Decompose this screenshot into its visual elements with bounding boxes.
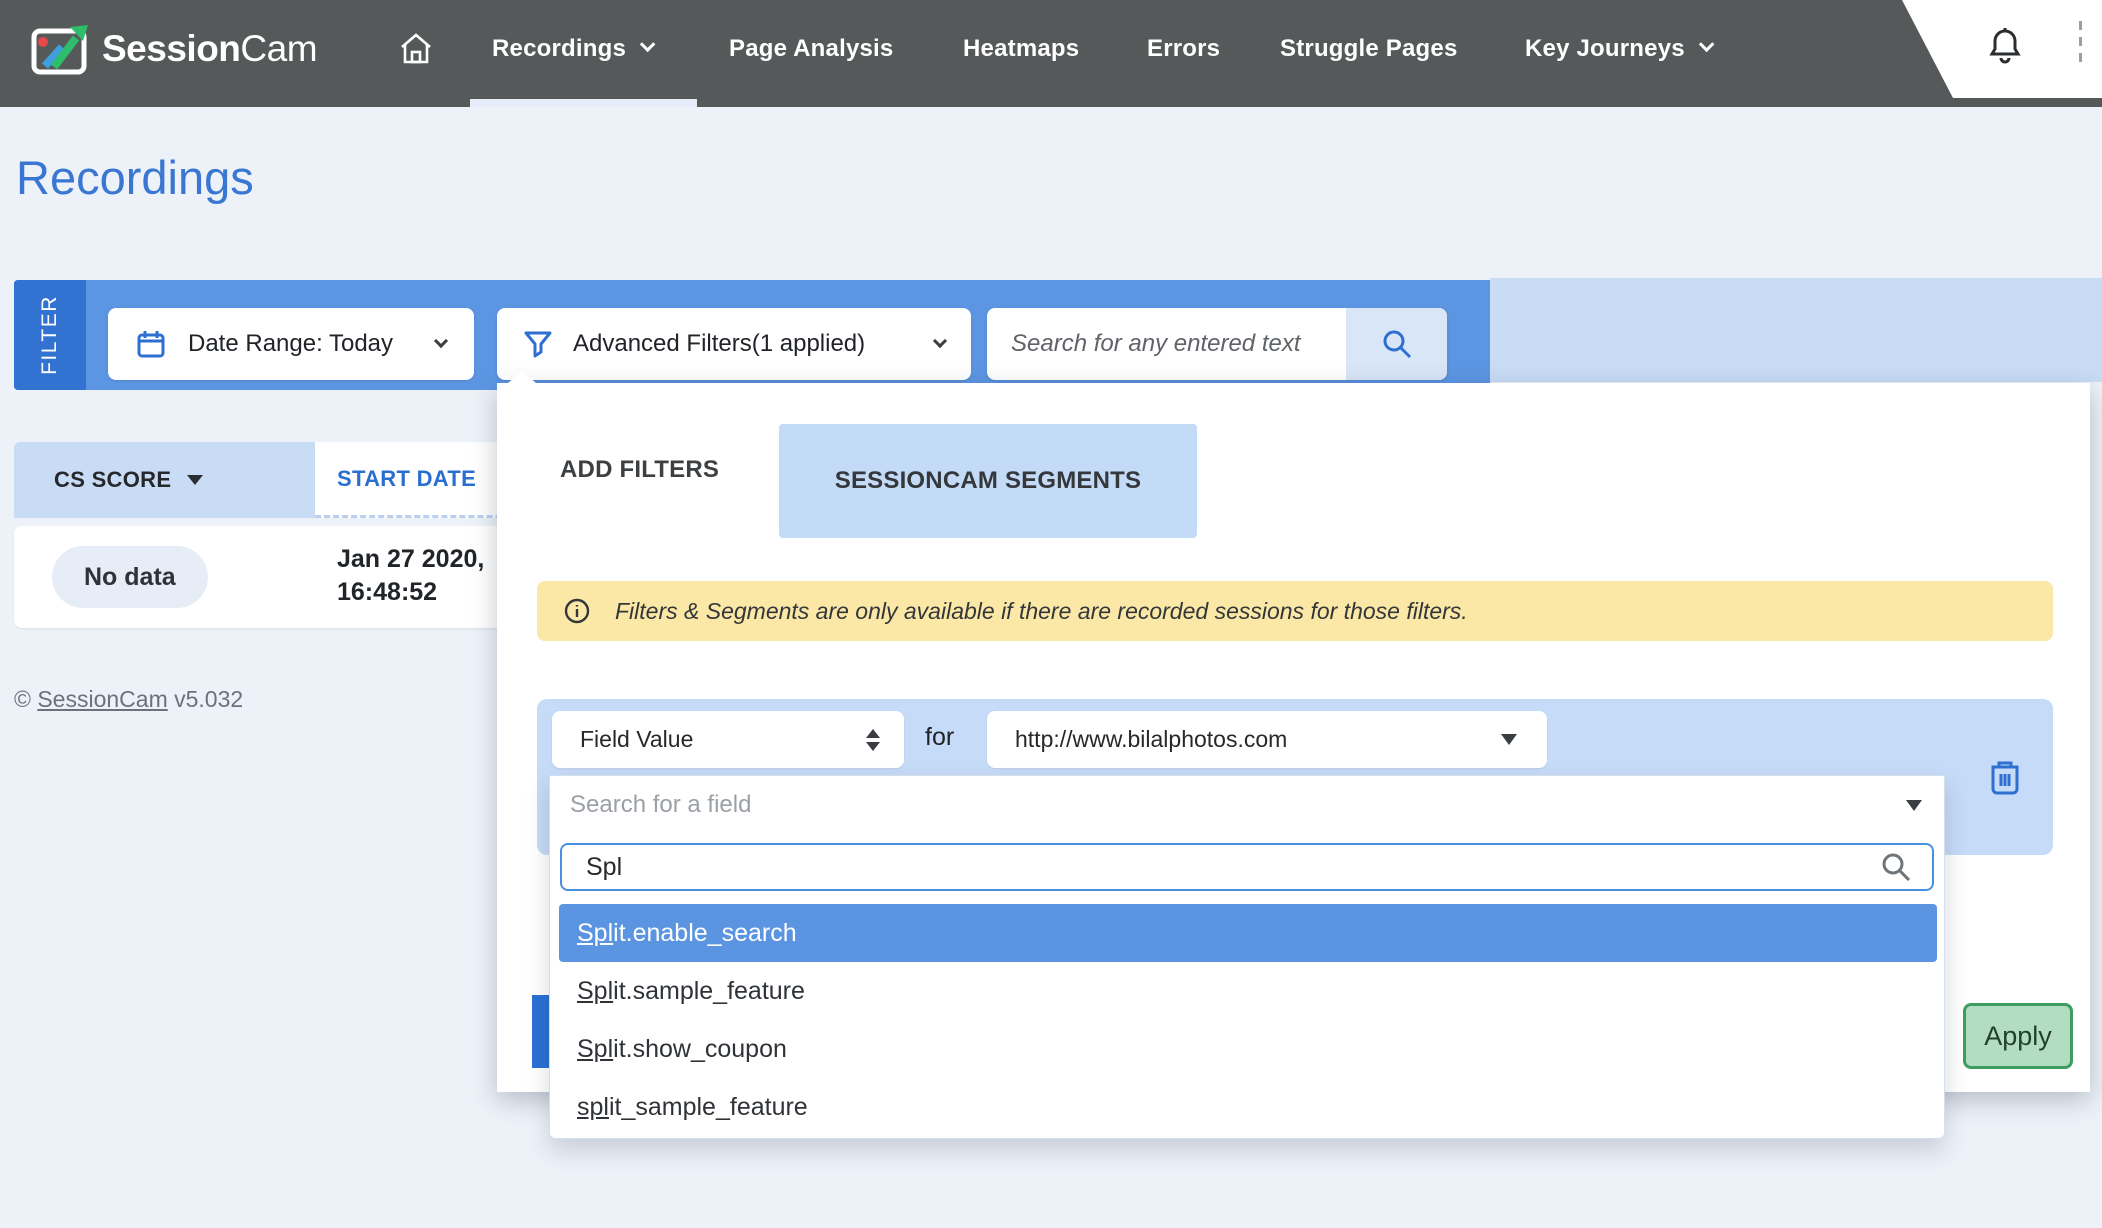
notifications-button[interactable] (1985, 26, 2025, 70)
field-search-box (560, 843, 1934, 891)
trash-icon (1987, 757, 2023, 797)
nav-item-home[interactable] (398, 0, 434, 98)
active-nav-indicator (470, 99, 697, 107)
advanced-filters-button[interactable]: Advanced Filters(1 applied) (497, 308, 971, 380)
filter-type-value: Field Value (580, 726, 693, 753)
nav-item-label: Key Journeys (1525, 35, 1685, 63)
home-icon (398, 32, 434, 66)
nav-item-label: Page Analysis (729, 35, 893, 63)
filter-type-select[interactable]: Field Value (552, 711, 904, 768)
for-label: for (925, 723, 954, 752)
page-title: Recordings (16, 150, 254, 205)
sessioncam-logo[interactable]: SessionCam (30, 0, 317, 98)
panel-caret (508, 371, 536, 383)
chevron-down-icon (1699, 36, 1715, 52)
search-icon (1380, 327, 1414, 361)
filter-bar-extension (1490, 278, 2102, 382)
nav-item-label: Errors (1147, 35, 1220, 63)
top-navbar: SessionCam Recordings Page Analysis Heat… (0, 0, 2102, 107)
field-combo-placeholder: Search for a field (570, 791, 751, 819)
version-footer: © SessionCam v5.032 (14, 686, 243, 713)
logo-wordmark: SessionCam (102, 28, 317, 70)
nav-item-errors[interactable]: Errors (1147, 0, 1220, 98)
chevron-down-icon (640, 36, 656, 52)
nav-item-struggle-pages[interactable]: Struggle Pages (1280, 0, 1458, 98)
start-date-header-label: START DATE (337, 466, 476, 492)
advanced-filters-label: Advanced Filters(1 applied) (573, 330, 865, 358)
field-search-input[interactable] (562, 845, 1880, 889)
sessioncam-logo-icon (30, 21, 90, 77)
nav-item-recordings[interactable]: Recordings (492, 0, 651, 98)
nav-item-heatmaps[interactable]: Heatmaps (963, 0, 1079, 98)
text-search-box (987, 308, 1447, 380)
column-header-cs-score[interactable]: CS SCORE (14, 442, 315, 518)
select-spinner-icon (866, 729, 880, 751)
apply-button[interactable]: Apply (1963, 1003, 2073, 1069)
filter-collapse-tab[interactable]: FILTER (14, 280, 86, 390)
filter-tab-label: FILTER (38, 295, 62, 375)
kebab-dashed-divider[interactable] (2079, 21, 2082, 64)
select-arrow-icon (1501, 734, 1517, 745)
text-search-input[interactable] (987, 308, 1346, 380)
cs-score-header-label: CS SCORE (54, 467, 171, 493)
start-date-cell: Jan 27 2020, 16:48:52 (337, 543, 484, 609)
chevron-down-icon (434, 334, 448, 348)
date-range-button[interactable]: Date Range: Today (108, 308, 474, 380)
delete-filter-button[interactable] (1975, 747, 2035, 807)
search-submit-button[interactable] (1346, 308, 1447, 380)
suggestion-item[interactable]: split_sample_feature (559, 1078, 1937, 1136)
suggestion-item[interactable]: Split.sample_feature (559, 962, 1937, 1020)
sessioncam-footer-link[interactable]: SessionCam (37, 686, 167, 712)
nav-item-label: Struggle Pages (1280, 35, 1458, 63)
cs-score-badge: No data (52, 546, 208, 608)
suggestion-item[interactable]: Split.enable_search (559, 904, 1937, 962)
nav-item-label: Recordings (492, 35, 626, 63)
filter-bar: FILTER Date Range: Today Advanced Filter (14, 280, 1490, 390)
nav-item-page-analysis[interactable]: Page Analysis (729, 0, 893, 98)
site-select[interactable]: http://www.bilalphotos.com (987, 711, 1547, 768)
info-banner-text: Filters & Segments are only available if… (615, 598, 1468, 625)
info-icon (563, 597, 591, 625)
suggestion-item[interactable]: Split.show_coupon (559, 1020, 1937, 1078)
funnel-icon (523, 329, 553, 359)
info-banner: Filters & Segments are only available if… (537, 581, 2053, 641)
tab-sessioncam-segments[interactable]: SESSIONCAM SEGMENTS (779, 424, 1197, 538)
field-combo[interactable]: Search for a field (550, 776, 1944, 834)
nav-item-key-journeys[interactable]: Key Journeys (1525, 0, 1710, 98)
chevron-down-icon (933, 334, 947, 348)
calendar-icon (136, 329, 166, 359)
tab-add-filters[interactable]: ADD FILTERS (560, 455, 719, 485)
field-combo-popup: Search for a field Split.enable_search S… (549, 775, 1945, 1139)
sort-descending-icon (187, 475, 203, 485)
site-select-value: http://www.bilalphotos.com (1015, 726, 1287, 753)
bell-icon (1985, 26, 2025, 70)
date-range-label: Date Range: Today (188, 330, 393, 358)
sessioncam-app: SessionCam Recordings Page Analysis Heat… (0, 0, 2102, 1228)
select-arrow-icon (1906, 800, 1922, 811)
nav-item-label: Heatmaps (963, 35, 1079, 63)
search-icon (1880, 851, 1932, 883)
